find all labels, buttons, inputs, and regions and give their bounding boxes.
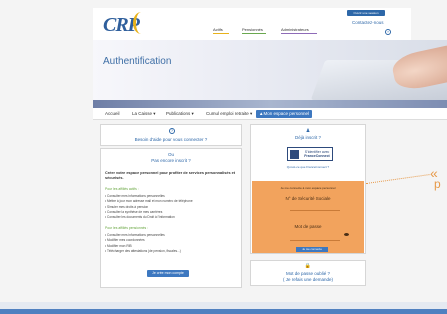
tab-accueil[interactable]: Accueil — [105, 110, 120, 118]
actifs-list: Pour les affiliés actifs : Consulter mes… — [105, 187, 193, 220]
franceconnect-button[interactable]: S'identifier avec FranceConnect — [287, 147, 333, 161]
register-or: Ou — [167, 152, 174, 157]
nav-pensionnes-underline — [242, 33, 266, 34]
user-icon: ♟ — [305, 128, 311, 134]
franceconnect-icon — [290, 150, 299, 159]
page-title: Authentification — [103, 56, 172, 67]
help-icon[interactable]: ? — [385, 29, 391, 35]
help-card: ? Besoin d'aide pour vous connecter ? — [100, 124, 242, 146]
ssn-label: N° de Sécurité Sociale — [285, 196, 331, 201]
annotation-letter: p — [434, 177, 441, 191]
nav-administrateurs-underline — [281, 33, 317, 34]
nav-actifs[interactable]: Actifs — [213, 27, 223, 32]
list-item: Télécharger des attestations (de pension… — [105, 249, 181, 254]
franceconnect-line2: FranceConnect — [304, 154, 330, 158]
logo-swoosh-icon — [133, 12, 149, 34]
actifs-heading: Pour les affiliés actifs : — [105, 187, 139, 191]
lock-icon: 🔒 — [304, 263, 312, 269]
tab-la-caisse[interactable]: La Caisse ▾ — [132, 110, 156, 118]
show-password-icon[interactable] — [344, 233, 349, 236]
login-form: Je me connecte à mon espace personnel N°… — [252, 181, 364, 253]
login-form-title: Je me connecte à mon espace personnel — [280, 186, 336, 190]
create-account-button[interactable]: Je crée mon compte — [147, 270, 189, 277]
ssn-input[interactable] — [290, 210, 340, 211]
franceconnect-info-link[interactable]: Qu'est-ce que FranceConnect ? — [251, 165, 365, 169]
forgot-password-card: 🔒 Mot de passe oublié ? ( Je refais une … — [250, 260, 366, 286]
crp-logo[interactable]: CRP — [103, 12, 163, 40]
nav-actifs-underline — [213, 33, 229, 34]
register-heading: Pas encore inscrit ? — [151, 158, 191, 163]
tab-mon-espace[interactable]: ▲Mon espace personnel — [256, 110, 312, 118]
list-item: Consulter les documents du Droit à l'inf… — [105, 215, 193, 220]
register-card: Ou Pas encore inscrit ? Créer votre espa… — [100, 148, 242, 288]
password-input[interactable] — [290, 240, 340, 241]
footer-band — [0, 302, 447, 309]
login-button[interactable]: Je me connecte — [296, 247, 328, 252]
nav-pensionnes[interactable]: Pensionnés — [242, 27, 263, 32]
register-intro: Créer votre espace personnel pour profit… — [105, 171, 235, 180]
help-card-title[interactable]: Besoin d'aide pour vous connecter ? — [101, 137, 241, 142]
tab-publications[interactable]: Publications ▾ — [166, 110, 194, 118]
hero-stripe — [93, 100, 447, 108]
nav-administrateurs[interactable]: Administrateurs — [281, 27, 309, 32]
forgot-password-link[interactable]: Mot de passe oublié ? — [251, 271, 365, 276]
password-label: Mot de passe — [294, 224, 322, 229]
hero-banner: Authentification — [93, 40, 447, 100]
list-item: Mettre à jour mon adresse mail et mon nu… — [105, 199, 193, 204]
contact-link[interactable]: Contactez-nous — [352, 20, 384, 25]
franceconnect-label: S'identifier avec FranceConnect — [301, 150, 333, 158]
footer-bar — [0, 309, 447, 314]
login-heading: Déjà inscrit ? — [294, 135, 321, 140]
forgot-password-request[interactable]: ( Je refais une demande) — [251, 277, 365, 282]
page: CRP caisse de retraites du personnel de … — [0, 0, 447, 314]
question-icon: ? — [169, 128, 175, 134]
open-session-button[interactable]: Ouvrir une session — [347, 10, 385, 16]
main-tabs: Accueil La Caisse ▾ Publications ▾ Cumul… — [93, 108, 447, 120]
pension-list: Pour les affiliés pensionnés : Consulter… — [105, 226, 181, 254]
annotation-connector — [366, 174, 431, 193]
tab-cumul-emploi[interactable]: Cumul emploi retraite ▾ — [206, 110, 252, 118]
pension-heading: Pour les affiliés pensionnés : — [105, 226, 149, 230]
